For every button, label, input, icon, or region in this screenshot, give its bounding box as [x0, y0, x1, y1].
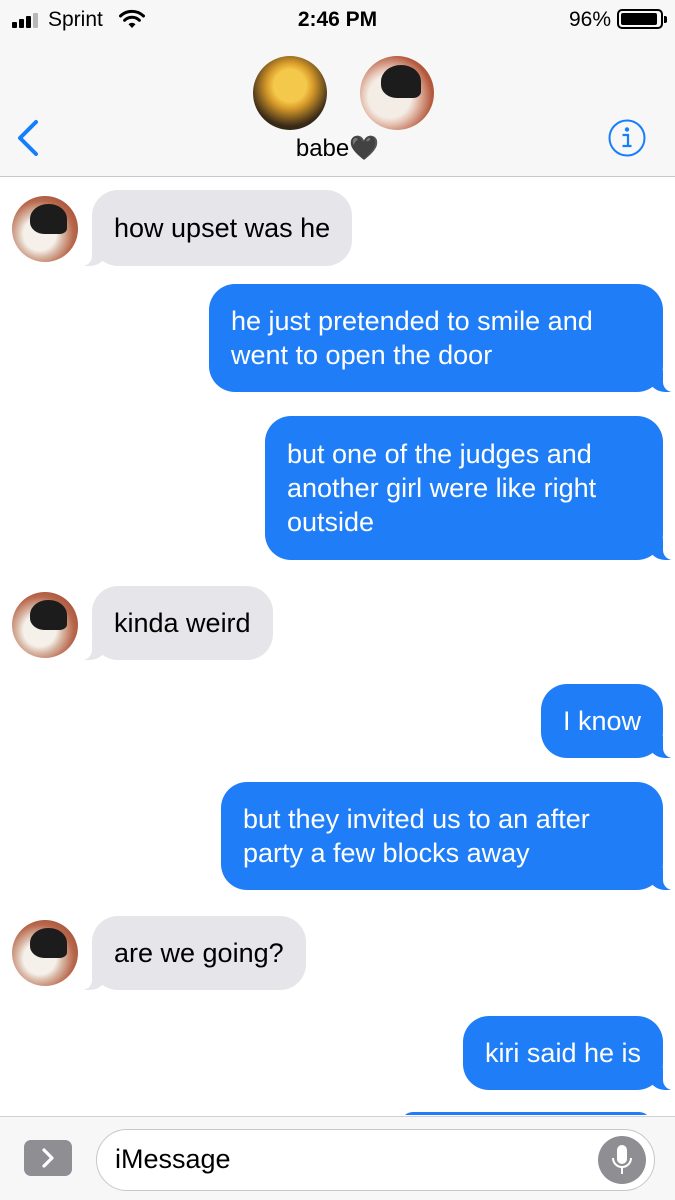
- message-input[interactable]: iMessage: [96, 1129, 655, 1191]
- info-icon[interactable]: [607, 118, 647, 158]
- apps-button[interactable]: [24, 1140, 72, 1176]
- compose-bar: iMessage: [0, 1116, 675, 1200]
- outgoing-bubble[interactable]: I know: [540, 684, 675, 758]
- outgoing-bubble[interactable]: but one of the judges and another girl w…: [265, 416, 675, 560]
- contact-name[interactable]: babe🖤: [0, 134, 675, 163]
- incoming-bubble[interactable]: are we going?: [78, 916, 306, 990]
- message-input-placeholder: iMessage: [115, 1144, 231, 1174]
- microphone-icon: [612, 1145, 632, 1174]
- outgoing-bubble[interactable]: he just pretended to smile and went to o…: [209, 284, 675, 392]
- message-text: how upset was he: [114, 213, 331, 243]
- message-text: he just pretended to smile and went to o…: [231, 306, 593, 370]
- message-row: but they invited us to an after party a …: [0, 782, 675, 892]
- message-row: but one of the judges and another girl w…: [0, 416, 675, 562]
- contact-avatar-1[interactable]: [253, 56, 327, 130]
- chevron-right-icon: [42, 1148, 54, 1168]
- incoming-bubble[interactable]: kinda weird: [78, 586, 273, 660]
- sender-avatar: [12, 592, 78, 658]
- message-text: I know: [562, 706, 641, 736]
- message-text: kinda weird: [114, 608, 251, 638]
- microphone-button[interactable]: [598, 1136, 646, 1184]
- outgoing-bubble-partial: [401, 1112, 651, 1115]
- contact-avatar-2[interactable]: [360, 56, 434, 130]
- outgoing-bubble[interactable]: but they invited us to an after party a …: [221, 782, 675, 890]
- message-text: are we going?: [114, 938, 284, 968]
- sender-avatar: [12, 196, 78, 262]
- message-thread[interactable]: how upset was he he just pretended to sm…: [0, 178, 675, 1115]
- message-row: kinda weird: [0, 584, 675, 664]
- conversation-header: babe🖤: [0, 40, 675, 177]
- message-text: kiri said he is: [484, 1038, 641, 1068]
- outgoing-bubble[interactable]: kiri said he is: [462, 1016, 675, 1090]
- message-text: but one of the judges and another girl w…: [287, 439, 597, 537]
- message-row: how upset was he: [0, 186, 675, 266]
- battery-icon: [617, 9, 667, 29]
- message-row: he just pretended to smile and went to o…: [0, 284, 675, 394]
- message-row: I know: [0, 684, 675, 760]
- message-row: kiri said he is: [0, 1016, 675, 1092]
- message-text: but they invited us to an after party a …: [243, 804, 590, 868]
- sender-avatar: [12, 920, 78, 986]
- battery-percent: 96%: [568, 8, 611, 31]
- status-bar: Sprint 2:46 PM 96%: [0, 0, 675, 40]
- message-row: are we going?: [0, 914, 675, 994]
- incoming-bubble[interactable]: how upset was he: [77, 190, 353, 266]
